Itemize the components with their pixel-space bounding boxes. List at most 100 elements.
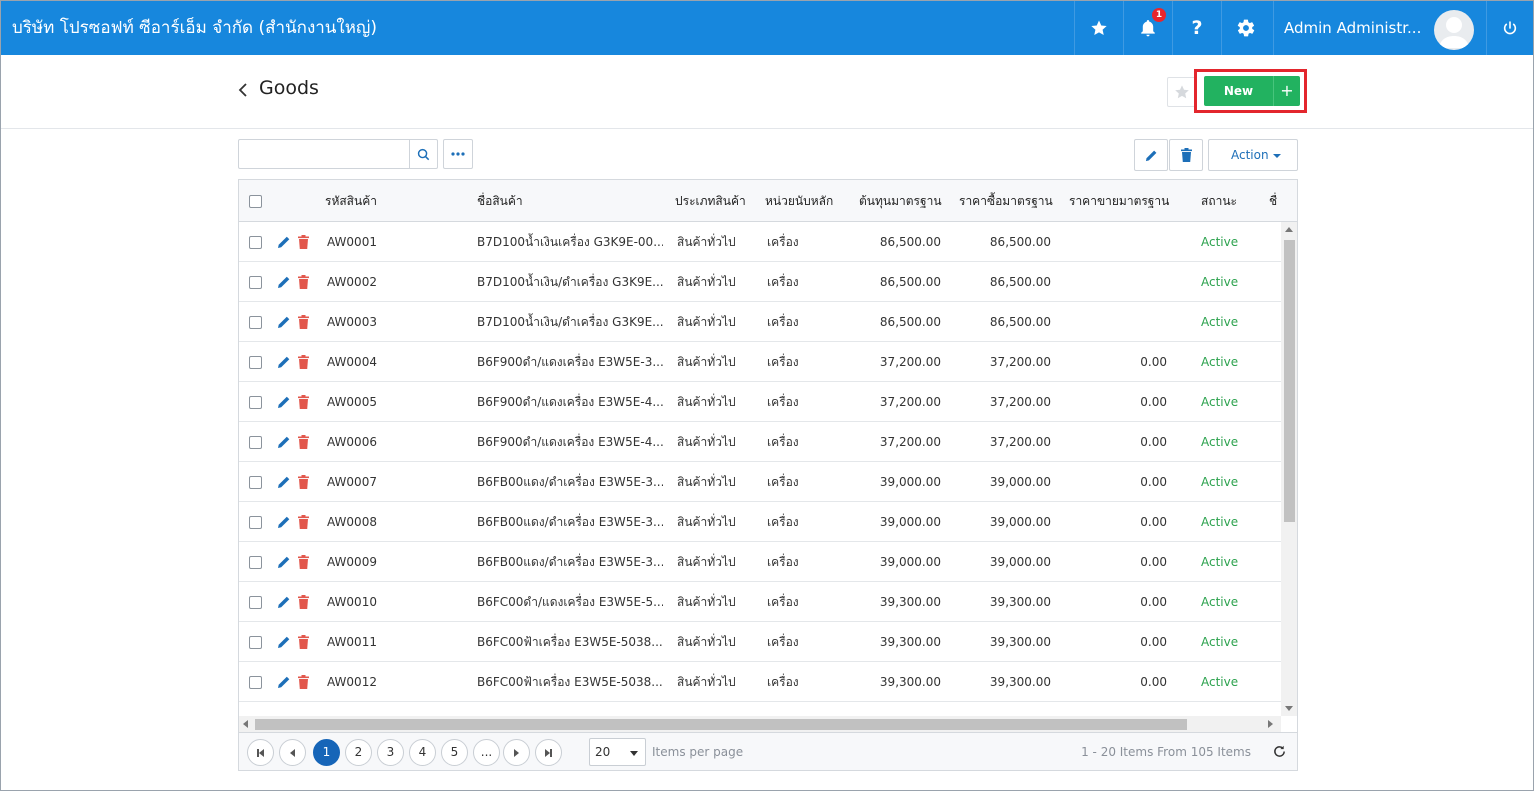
column-header-unit[interactable]: หน่วยนับหลัก — [765, 180, 833, 222]
new-button[interactable]: New + — [1204, 76, 1300, 106]
back-button[interactable] — [237, 81, 251, 101]
caret-down-icon — [630, 751, 638, 756]
row-delete-button[interactable] — [298, 235, 310, 249]
table-row[interactable]: AW0005 B6F900ดำ/แดงเครื่อง E3W5E-4... สินค… — [239, 382, 1281, 422]
row-checkbox[interactable] — [249, 316, 262, 329]
row-edit-button[interactable] — [277, 395, 291, 409]
page-button[interactable]: 3 — [377, 739, 404, 766]
table-row[interactable]: AW0010 B6FC00ดำ/แดงเครื่อง E3W5E-5... สินค… — [239, 582, 1281, 622]
table-row[interactable]: AW0001 B7D100น้ำเงินเครื่อง G3K9E-00... สิ… — [239, 222, 1281, 262]
table-row[interactable]: AW0006 B6F900ดำ/แดงเครื่อง E3W5E-4... สินค… — [239, 422, 1281, 462]
row-delete-button[interactable] — [298, 635, 310, 649]
row-delete-button[interactable] — [298, 395, 310, 409]
bulk-edit-button[interactable] — [1134, 139, 1168, 171]
add-favorite-button[interactable] — [1167, 77, 1197, 107]
row-checkbox[interactable] — [249, 436, 262, 449]
column-header-type[interactable]: ประเภทสินค้า — [675, 180, 746, 222]
row-checkbox[interactable] — [249, 356, 262, 369]
column-header-extra[interactable]: ชื่ — [1269, 180, 1277, 222]
row-delete-button[interactable] — [298, 275, 310, 289]
vertical-scrollbar[interactable] — [1281, 222, 1297, 716]
plus-icon[interactable]: + — [1274, 76, 1300, 106]
cell-unit: เครื่อง — [767, 675, 799, 689]
row-edit-button[interactable] — [277, 595, 291, 609]
row-checkbox[interactable] — [249, 276, 262, 289]
vertical-scroll-thumb[interactable] — [1284, 240, 1295, 522]
user-menu[interactable]: Admin Administr... — [1273, 1, 1486, 55]
pencil-icon — [278, 316, 290, 328]
next-page-button[interactable] — [503, 739, 530, 766]
row-checkbox[interactable] — [249, 636, 262, 649]
avatar[interactable] — [1434, 10, 1474, 50]
table-row[interactable]: AW0002 B7D100น้ำเงิน/ดำเครื่อง G3K9E... สิ… — [239, 262, 1281, 302]
row-delete-button[interactable] — [298, 515, 310, 529]
more-options-button[interactable] — [443, 139, 473, 169]
row-checkbox[interactable] — [249, 396, 262, 409]
action-dropdown[interactable]: Action — [1208, 139, 1298, 171]
favorites-button[interactable] — [1074, 1, 1123, 55]
scroll-down-icon[interactable] — [1285, 706, 1293, 711]
row-checkbox[interactable] — [249, 516, 262, 529]
row-edit-button[interactable] — [277, 475, 291, 489]
row-delete-button[interactable] — [298, 315, 310, 329]
table-row[interactable]: AW0004 B6F900ดำ/แดงเครื่อง E3W5E-3... สินค… — [239, 342, 1281, 382]
row-edit-button[interactable] — [277, 315, 291, 329]
prev-page-button[interactable] — [279, 739, 306, 766]
table-row[interactable]: AW0011 B6FC00ฟ้าเครื่อง E3W5E-5038... สินค… — [239, 622, 1281, 662]
help-button[interactable]: ? — [1172, 1, 1221, 55]
scroll-left-icon[interactable] — [243, 720, 248, 728]
row-delete-button[interactable] — [298, 675, 310, 689]
bulk-delete-button[interactable] — [1169, 139, 1203, 171]
row-edit-button[interactable] — [277, 235, 291, 249]
page-size-select[interactable]: 20 — [589, 738, 646, 766]
column-header-cost[interactable]: ต้นทุนมาตรฐาน — [859, 180, 942, 222]
row-edit-button[interactable] — [277, 275, 291, 289]
table-row[interactable]: AW0008 B6FB00แดง/ดำเครื่อง E3W5E-3... สินค… — [239, 502, 1281, 542]
table-row[interactable]: AW0009 B6FB00แดง/ดำเครื่อง E3W5E-3... สินค… — [239, 542, 1281, 582]
refresh-button[interactable] — [1273, 745, 1287, 759]
last-page-button[interactable] — [535, 739, 562, 766]
notifications-button[interactable]: 1 — [1123, 1, 1172, 55]
row-checkbox[interactable] — [249, 596, 262, 609]
row-checkbox[interactable] — [249, 236, 262, 249]
page-button[interactable]: 5 — [441, 739, 468, 766]
column-header-code[interactable]: รหัสสินค้า — [325, 180, 377, 222]
page-button[interactable]: 2 — [345, 739, 372, 766]
column-header-buy[interactable]: ราคาซื้อมาตรฐาน — [959, 180, 1053, 222]
column-header-status[interactable]: สถานะ — [1201, 180, 1237, 222]
select-all-checkbox[interactable] — [249, 195, 262, 208]
row-edit-button[interactable] — [277, 355, 291, 369]
table-row[interactable]: AW0012 B6FC00ฟ้าเครื่อง E3W5E-5038... สินค… — [239, 662, 1281, 702]
search-button[interactable] — [409, 140, 437, 168]
row-delete-button[interactable] — [298, 475, 310, 489]
scroll-up-icon[interactable] — [1285, 227, 1293, 232]
row-edit-button[interactable] — [277, 435, 291, 449]
row-edit-button[interactable] — [277, 635, 291, 649]
logout-button[interactable] — [1486, 1, 1533, 55]
column-header-sell[interactable]: ราคาขายมาตรฐาน — [1069, 180, 1169, 222]
scroll-right-icon[interactable] — [1268, 720, 1273, 728]
page-ellipsis-button[interactable]: ... — [473, 739, 500, 766]
row-delete-button[interactable] — [298, 435, 310, 449]
table-row[interactable]: AW0003 B7D100น้ำเงิน/ดำเครื่อง G3K9E... สิ… — [239, 302, 1281, 342]
row-checkbox[interactable] — [249, 676, 262, 689]
horizontal-scrollbar[interactable] — [239, 716, 1281, 732]
row-edit-button[interactable] — [277, 675, 291, 689]
table-row[interactable]: AW0007 B6FB00แดง/ดำเครื่อง E3W5E-3... สินค… — [239, 462, 1281, 502]
row-delete-button[interactable] — [298, 595, 310, 609]
row-edit-button[interactable] — [277, 515, 291, 529]
row-checkbox[interactable] — [249, 476, 262, 489]
settings-button[interactable] — [1221, 1, 1270, 55]
row-delete-button[interactable] — [298, 355, 310, 369]
row-delete-button[interactable] — [298, 555, 310, 569]
first-page-button[interactable] — [247, 739, 274, 766]
search-input[interactable] — [239, 140, 409, 168]
column-header-name[interactable]: ชื่อสินค้า — [477, 180, 523, 222]
horizontal-scroll-thumb[interactable] — [255, 719, 1187, 730]
page-button[interactable]: 1 — [313, 739, 340, 766]
row-checkbox[interactable] — [249, 556, 262, 569]
row-edit-button[interactable] — [277, 555, 291, 569]
user-icon — [1439, 17, 1469, 48]
last-page-icon — [550, 748, 552, 757]
page-button[interactable]: 4 — [409, 739, 436, 766]
